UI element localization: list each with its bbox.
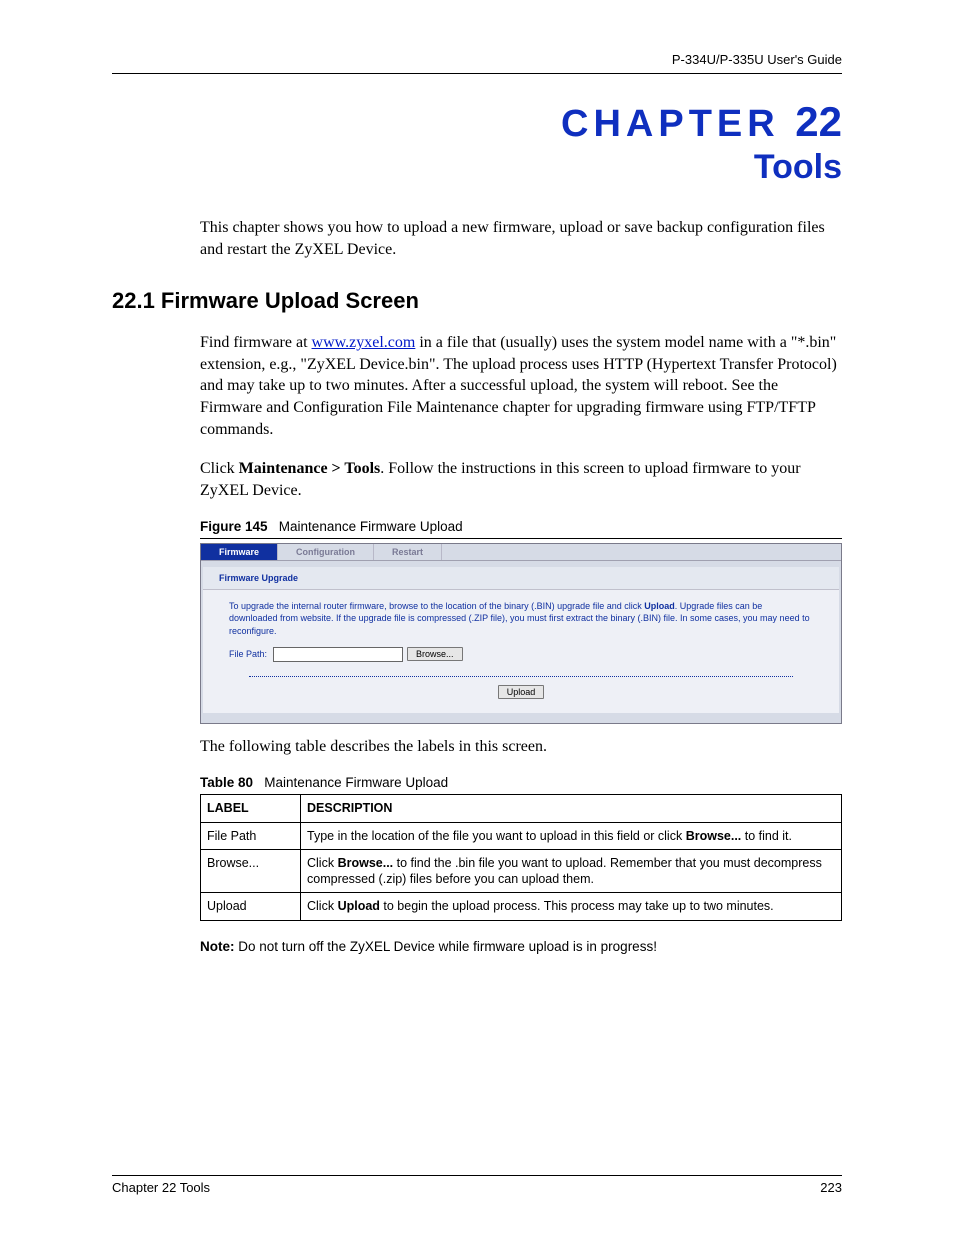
section-heading: 22.1 Firmware Upload Screen — [112, 288, 842, 314]
footer-rule — [112, 1175, 842, 1176]
chapter-intro: This chapter shows you how to upload a n… — [200, 217, 842, 260]
page-footer: Chapter 22 Tools 223 — [112, 1175, 842, 1195]
table-caption: Table 80 Maintenance Firmware Upload — [200, 775, 842, 790]
panel-instruction-text: To upgrade the internal router firmware,… — [229, 600, 813, 636]
page-header-doc-title: P-334U/P-335U User's Guide — [112, 52, 842, 67]
figure-rule — [200, 538, 842, 539]
upload-button[interactable]: Upload — [498, 685, 545, 699]
note-line: Note: Do not turn off the ZyXEL Device w… — [200, 939, 842, 954]
cell-desc-pre: Click — [307, 856, 338, 870]
cell-desc-bold: Browse... — [338, 856, 394, 870]
figure-caption-text: Maintenance Firmware Upload — [279, 519, 463, 534]
p1-pre: Find firmware at — [200, 334, 312, 351]
tab-restart[interactable]: Restart — [374, 544, 442, 560]
tab-firmware[interactable]: Firmware — [201, 544, 278, 560]
th-label: LABEL — [201, 795, 301, 822]
panel-text-bold: Upload — [644, 601, 675, 611]
cell-desc-bold: Browse... — [686, 829, 742, 843]
note-bold: Note: — [200, 939, 235, 954]
figure-caption: Figure 145 Maintenance Firmware Upload — [200, 519, 842, 534]
th-description: DESCRIPTION — [301, 795, 842, 822]
note-text: Do not turn off the ZyXEL Device while f… — [235, 939, 657, 954]
dotted-separator — [249, 676, 793, 677]
chapter-title: Tools — [112, 148, 842, 187]
chapter-label-text: CHAPTER — [561, 103, 780, 145]
p2-bold: Maintenance > Tools — [239, 460, 381, 477]
table-row: File Path Type in the location of the fi… — [201, 822, 842, 849]
cell-desc: Click Upload to begin the upload process… — [301, 893, 842, 920]
header-rule — [112, 73, 842, 74]
table-row: Upload Click Upload to begin the upload … — [201, 893, 842, 920]
cell-desc-bold: Upload — [338, 899, 380, 913]
section-p1: Find firmware at www.zyxel.com in a file… — [200, 332, 842, 440]
description-table: LABEL DESCRIPTION File Path Type in the … — [200, 794, 842, 920]
file-path-label: File Path: — [229, 649, 267, 659]
table-caption-text: Maintenance Firmware Upload — [264, 775, 448, 790]
tab-configuration[interactable]: Configuration — [278, 544, 374, 560]
tabs-bar: Firmware Configuration Restart — [201, 544, 841, 561]
panel-title: Firmware Upgrade — [203, 567, 839, 590]
after-figure-text: The following table describes the labels… — [200, 736, 842, 758]
chapter-number: 22 — [795, 98, 842, 145]
file-path-row: File Path: Browse... — [229, 647, 813, 662]
file-path-input[interactable] — [273, 647, 403, 662]
cell-label: File Path — [201, 822, 301, 849]
chapter-label: CHAPTER 22 — [112, 98, 842, 146]
footer-page-number: 223 — [820, 1180, 842, 1195]
firmware-upload-screenshot: Firmware Configuration Restart Firmware … — [200, 543, 842, 723]
cell-desc: Click Browse... to find the .bin file yo… — [301, 849, 842, 893]
cell-desc-pre: Click — [307, 899, 338, 913]
browse-button[interactable]: Browse... — [407, 647, 463, 661]
section-p2: Click Maintenance > Tools. Follow the in… — [200, 458, 842, 501]
panel-text-pre: To upgrade the internal router firmware,… — [229, 601, 644, 611]
cell-label: Browse... — [201, 849, 301, 893]
zyxel-link[interactable]: www.zyxel.com — [312, 334, 416, 351]
figure-label: Figure 145 — [200, 519, 268, 534]
table-label: Table 80 — [200, 775, 253, 790]
cell-desc: Type in the location of the file you wan… — [301, 822, 842, 849]
p2-pre: Click — [200, 460, 239, 477]
cell-desc-post: to begin the upload process. This proces… — [380, 899, 774, 913]
cell-desc-pre: Type in the location of the file you wan… — [307, 829, 686, 843]
footer-left: Chapter 22 Tools — [112, 1180, 210, 1195]
cell-desc-post: to find it. — [741, 829, 792, 843]
cell-label: Upload — [201, 893, 301, 920]
table-row: Browse... Click Browse... to find the .b… — [201, 849, 842, 893]
